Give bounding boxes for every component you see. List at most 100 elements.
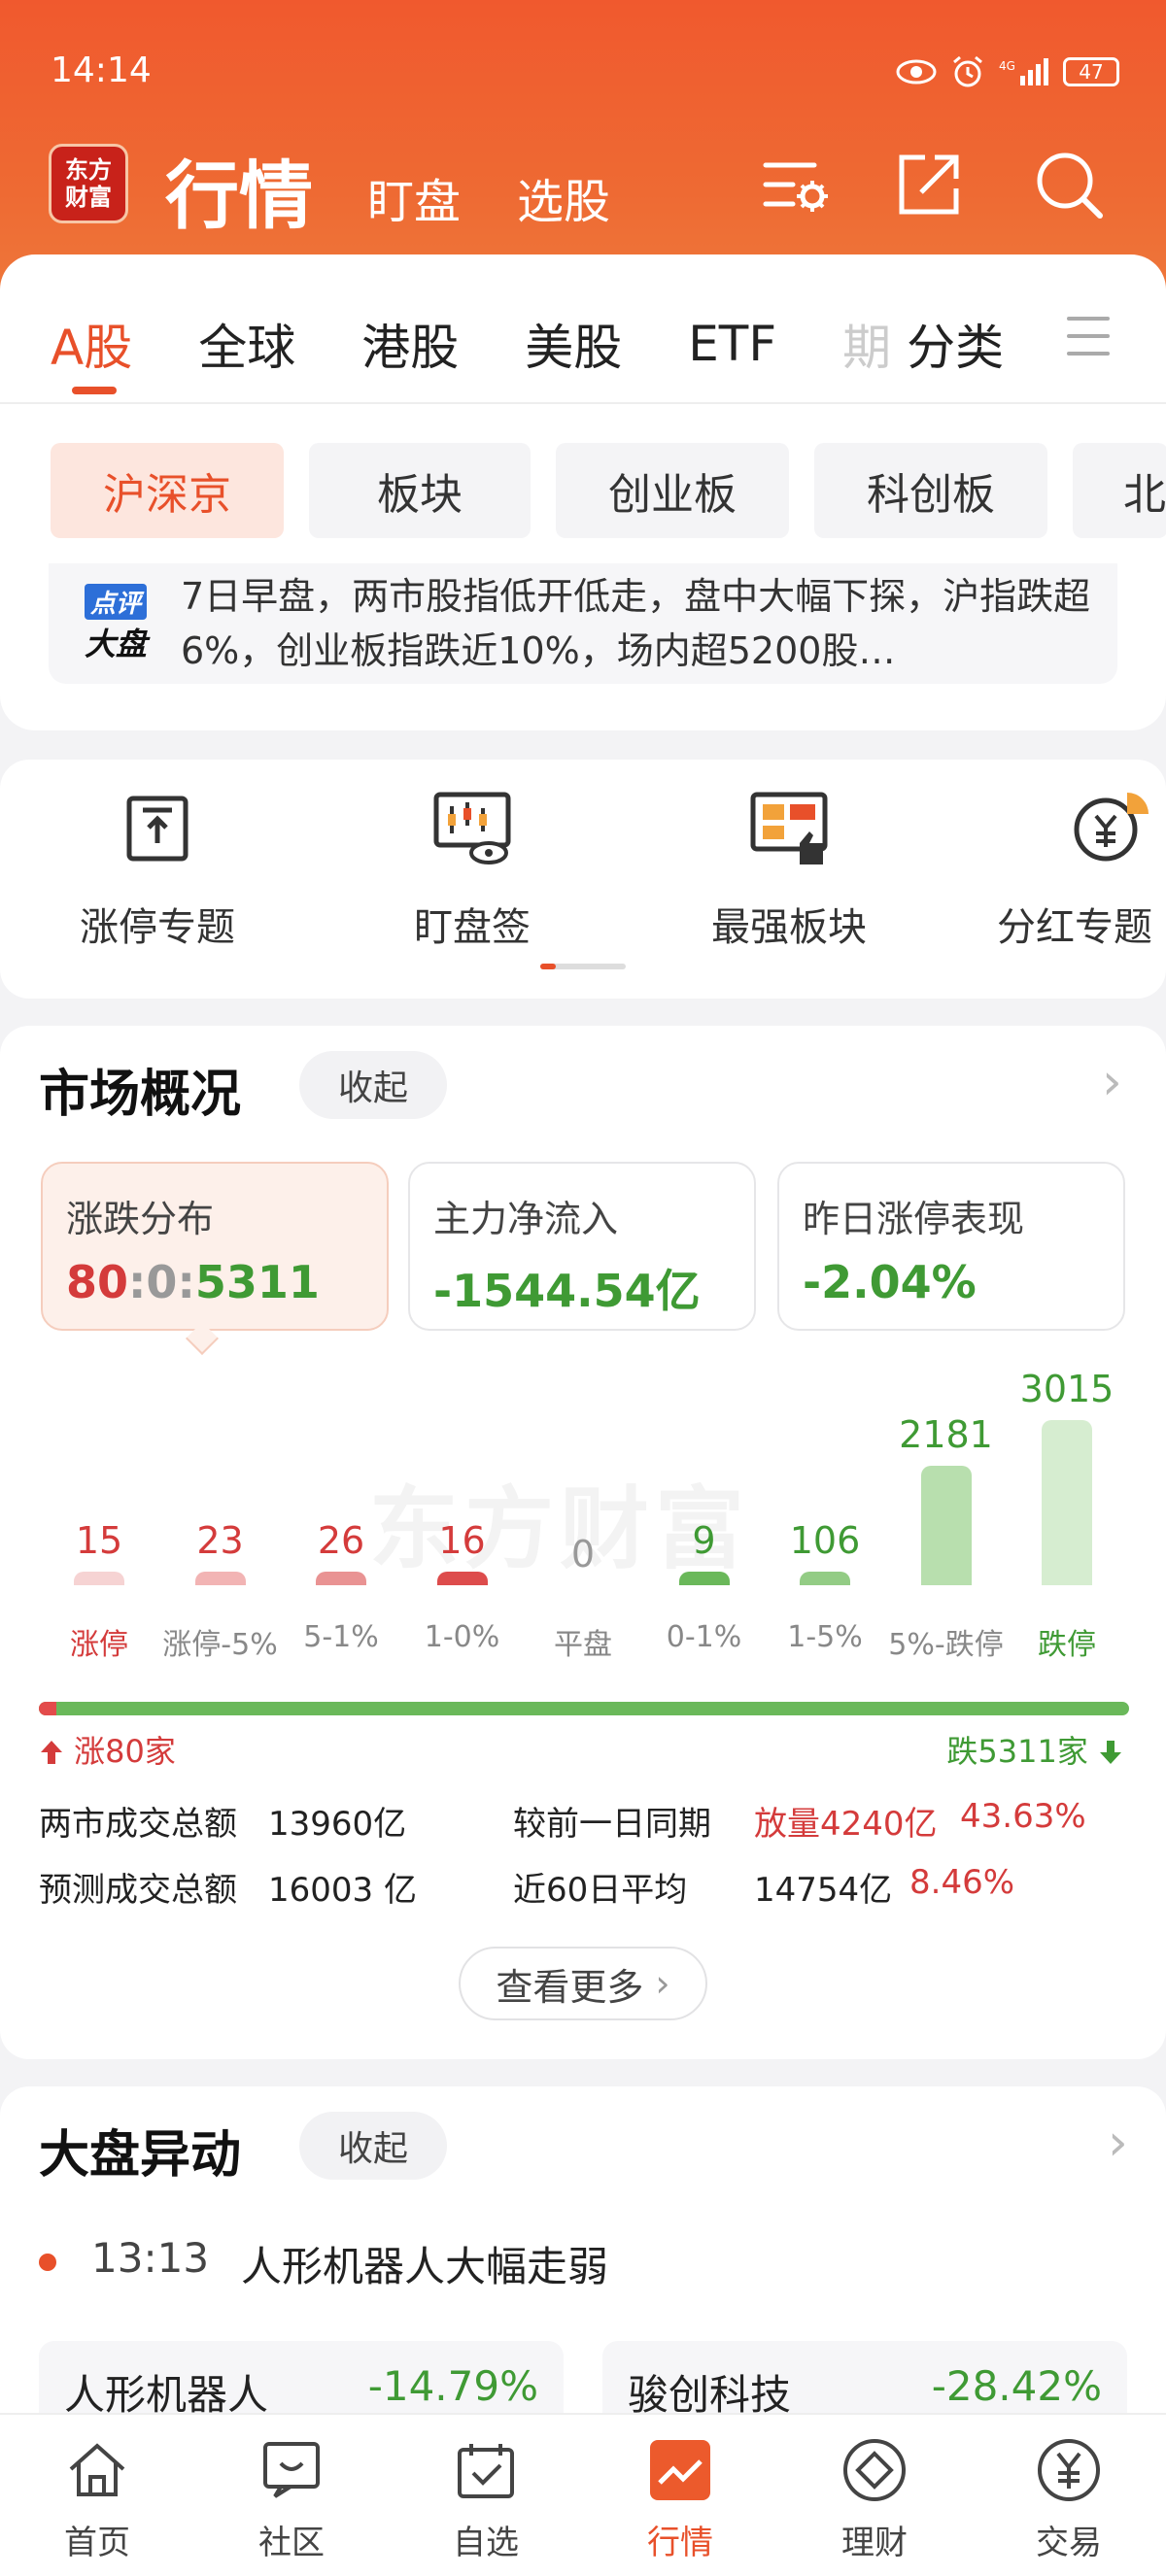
chip-bse[interactable]: 北 bbox=[1073, 443, 1166, 538]
bar-rect bbox=[194, 1572, 246, 1585]
view-more-button[interactable]: 查看更多 › bbox=[459, 1947, 707, 2020]
chip-star[interactable]: 科创板 bbox=[814, 443, 1047, 538]
chip-sector[interactable]: 板块 bbox=[309, 443, 531, 538]
watchlist-icon bbox=[458, 2444, 514, 2498]
chip-chinext[interactable]: 创业板 bbox=[556, 443, 789, 538]
tab-etf[interactable]: ETF bbox=[688, 316, 776, 372]
bar-column: 15 bbox=[39, 1519, 159, 1585]
shortcut-watch-sign[interactable]: 盯盘签 bbox=[365, 785, 579, 952]
commentary-text: 7日早盘，两市股指低开低走，盘中大幅下探，沪指跌超6%，创业板指跌近10%，场内… bbox=[181, 575, 1091, 672]
bar-category-label: 涨停-5% bbox=[162, 1628, 278, 1662]
stat-yesterday-limit-up[interactable]: 昨日涨停表现 -2.04% bbox=[777, 1162, 1125, 1331]
compare-value: 放量4240亿 bbox=[754, 1805, 938, 1844]
forecast-label: 预测成交总额 bbox=[39, 1871, 237, 1910]
market-overview-title: 市场概况 bbox=[39, 1066, 242, 1124]
shortcut-limit-up[interactable]: 涨停专题 bbox=[51, 785, 264, 952]
nav-label: 首页 bbox=[64, 2524, 130, 2562]
chevron-right-icon[interactable]: › bbox=[1102, 1053, 1122, 1111]
dapan-collapse-button[interactable]: 收起 bbox=[299, 2112, 448, 2180]
community-icon bbox=[263, 2442, 320, 2498]
bar-rect bbox=[316, 1572, 366, 1585]
shortcut-label: 盯盘签 bbox=[414, 905, 531, 950]
tab-divider bbox=[0, 402, 1166, 404]
nav-wealth[interactable]: 理财 bbox=[777, 2415, 972, 2576]
shortcut-strongest-sector[interactable]: 最强板块 bbox=[682, 785, 896, 952]
tab-a-shares[interactable]: A股 bbox=[51, 309, 132, 394]
ratio-up-bar bbox=[39, 1702, 56, 1715]
bar-column: 2181 bbox=[886, 1413, 1007, 1585]
stat-title: 主力净流入 bbox=[433, 1198, 619, 1240]
bar-value-label: 9 bbox=[692, 1519, 716, 1562]
tab-us[interactable]: 美股 bbox=[525, 309, 622, 379]
avg60-value: 14754亿 bbox=[754, 1871, 893, 1910]
nav-trade[interactable]: 交易 bbox=[972, 2415, 1166, 2576]
chevron-right-icon[interactable]: › bbox=[1108, 2114, 1128, 2172]
forecast-value: 16003 亿 bbox=[268, 1871, 417, 1910]
nav-label: 理财 bbox=[841, 2524, 908, 2562]
bar-category-label: 5%-跌停 bbox=[888, 1628, 1004, 1662]
shortcut-label: 涨停专题 bbox=[80, 905, 235, 950]
bar-column: 106 bbox=[765, 1519, 885, 1585]
watch-link[interactable]: 盯盘 bbox=[367, 163, 461, 231]
ratio-down-text: 跌5311家 bbox=[946, 1733, 1088, 1770]
bar-rect bbox=[678, 1572, 730, 1585]
share-icon[interactable] bbox=[892, 148, 966, 221]
stat-value: 80:0:5311 bbox=[66, 1256, 363, 1308]
market-icon bbox=[650, 2440, 710, 2500]
stat-title: 涨跌分布 bbox=[66, 1198, 215, 1240]
bar-rect bbox=[1042, 1420, 1092, 1585]
dapan-title: 大盘异动 bbox=[39, 2126, 242, 2185]
shortcut-dividend[interactable]: 分红专题 bbox=[997, 785, 1166, 952]
bar-column: 16 bbox=[402, 1519, 523, 1585]
stat-distribution[interactable]: 涨跌分布 80:0:5311 bbox=[41, 1162, 389, 1331]
bar-value-label: 16 bbox=[438, 1519, 486, 1562]
ratio-down-label: 跌5311家 bbox=[946, 1727, 1123, 1772]
limit-up-topic-icon bbox=[126, 796, 189, 862]
status-time: 14:14 bbox=[51, 51, 152, 90]
stock-picker-link[interactable]: 选股 bbox=[517, 163, 610, 231]
nav-watchlist[interactable]: 自选 bbox=[389, 2415, 583, 2576]
svg-text:4G: 4G bbox=[999, 59, 1015, 73]
chevron-right-icon: › bbox=[655, 1962, 670, 2005]
dividend-topic-icon bbox=[1074, 793, 1149, 862]
signal-icon: 4G bbox=[999, 58, 1048, 85]
flat-count: 0 bbox=[146, 1256, 178, 1308]
tab-global[interactable]: 全球 bbox=[198, 309, 295, 379]
collapse-button[interactable]: 收起 bbox=[299, 1051, 448, 1119]
battery-level: 47 bbox=[1079, 60, 1104, 84]
market-commentary[interactable]: 点评 大盘 7日早盘，两市股指低开低走，盘中大幅下探，沪指跌超6%，创业板指跌近… bbox=[49, 563, 1117, 684]
bar-value-label: 23 bbox=[196, 1519, 244, 1562]
stat-net-inflow[interactable]: 主力净流入 -1544.54亿 bbox=[408, 1162, 756, 1331]
nav-market[interactable]: 行情 bbox=[583, 2415, 777, 2576]
battery-icon: 47 bbox=[1063, 57, 1119, 86]
avg60-pct: 8.46% bbox=[909, 1863, 1015, 1902]
separator: : bbox=[128, 1256, 147, 1308]
settings-list-icon[interactable] bbox=[758, 148, 832, 221]
alarm-icon bbox=[953, 55, 982, 87]
bar-rect bbox=[436, 1572, 488, 1585]
tab-hk[interactable]: 港股 bbox=[361, 309, 459, 379]
chip-hushenjing[interactable]: 沪深京 bbox=[51, 443, 284, 538]
bar-value-label: 26 bbox=[317, 1519, 365, 1562]
total-turnover-label: 两市成交总额 bbox=[39, 1805, 237, 1844]
compare-pct: 43.63% bbox=[960, 1797, 1086, 1836]
status-icons: 4G 47 bbox=[896, 54, 1119, 89]
shortcut-label: 分红专题 bbox=[997, 905, 1152, 950]
view-more-label: 查看更多 bbox=[496, 1965, 644, 2009]
tab-category[interactable]: 分类 bbox=[907, 309, 1004, 379]
bottom-navigation: 首页 社区 自选 行情 理财 交易 bbox=[0, 2413, 1166, 2576]
nav-label: 自选 bbox=[453, 2524, 519, 2562]
bar-category-label: 0-1% bbox=[666, 1620, 742, 1654]
strongest-sector-icon bbox=[750, 792, 828, 864]
menu-icon[interactable] bbox=[1067, 317, 1110, 369]
event-text[interactable]: 人形机器人大幅走弱 bbox=[241, 2234, 608, 2293]
search-icon[interactable] bbox=[1032, 148, 1106, 221]
nav-home[interactable]: 首页 bbox=[0, 2415, 194, 2576]
tab-futures[interactable]: 期 bbox=[842, 309, 891, 379]
app-logo: 东方财富 bbox=[49, 144, 128, 223]
bar-category-label: 1-5% bbox=[787, 1620, 863, 1654]
down-count: 5311 bbox=[194, 1256, 320, 1308]
bar-value-label: 15 bbox=[75, 1519, 123, 1562]
bar-category-label: 1-0% bbox=[424, 1620, 500, 1654]
nav-community[interactable]: 社区 bbox=[194, 2415, 389, 2576]
